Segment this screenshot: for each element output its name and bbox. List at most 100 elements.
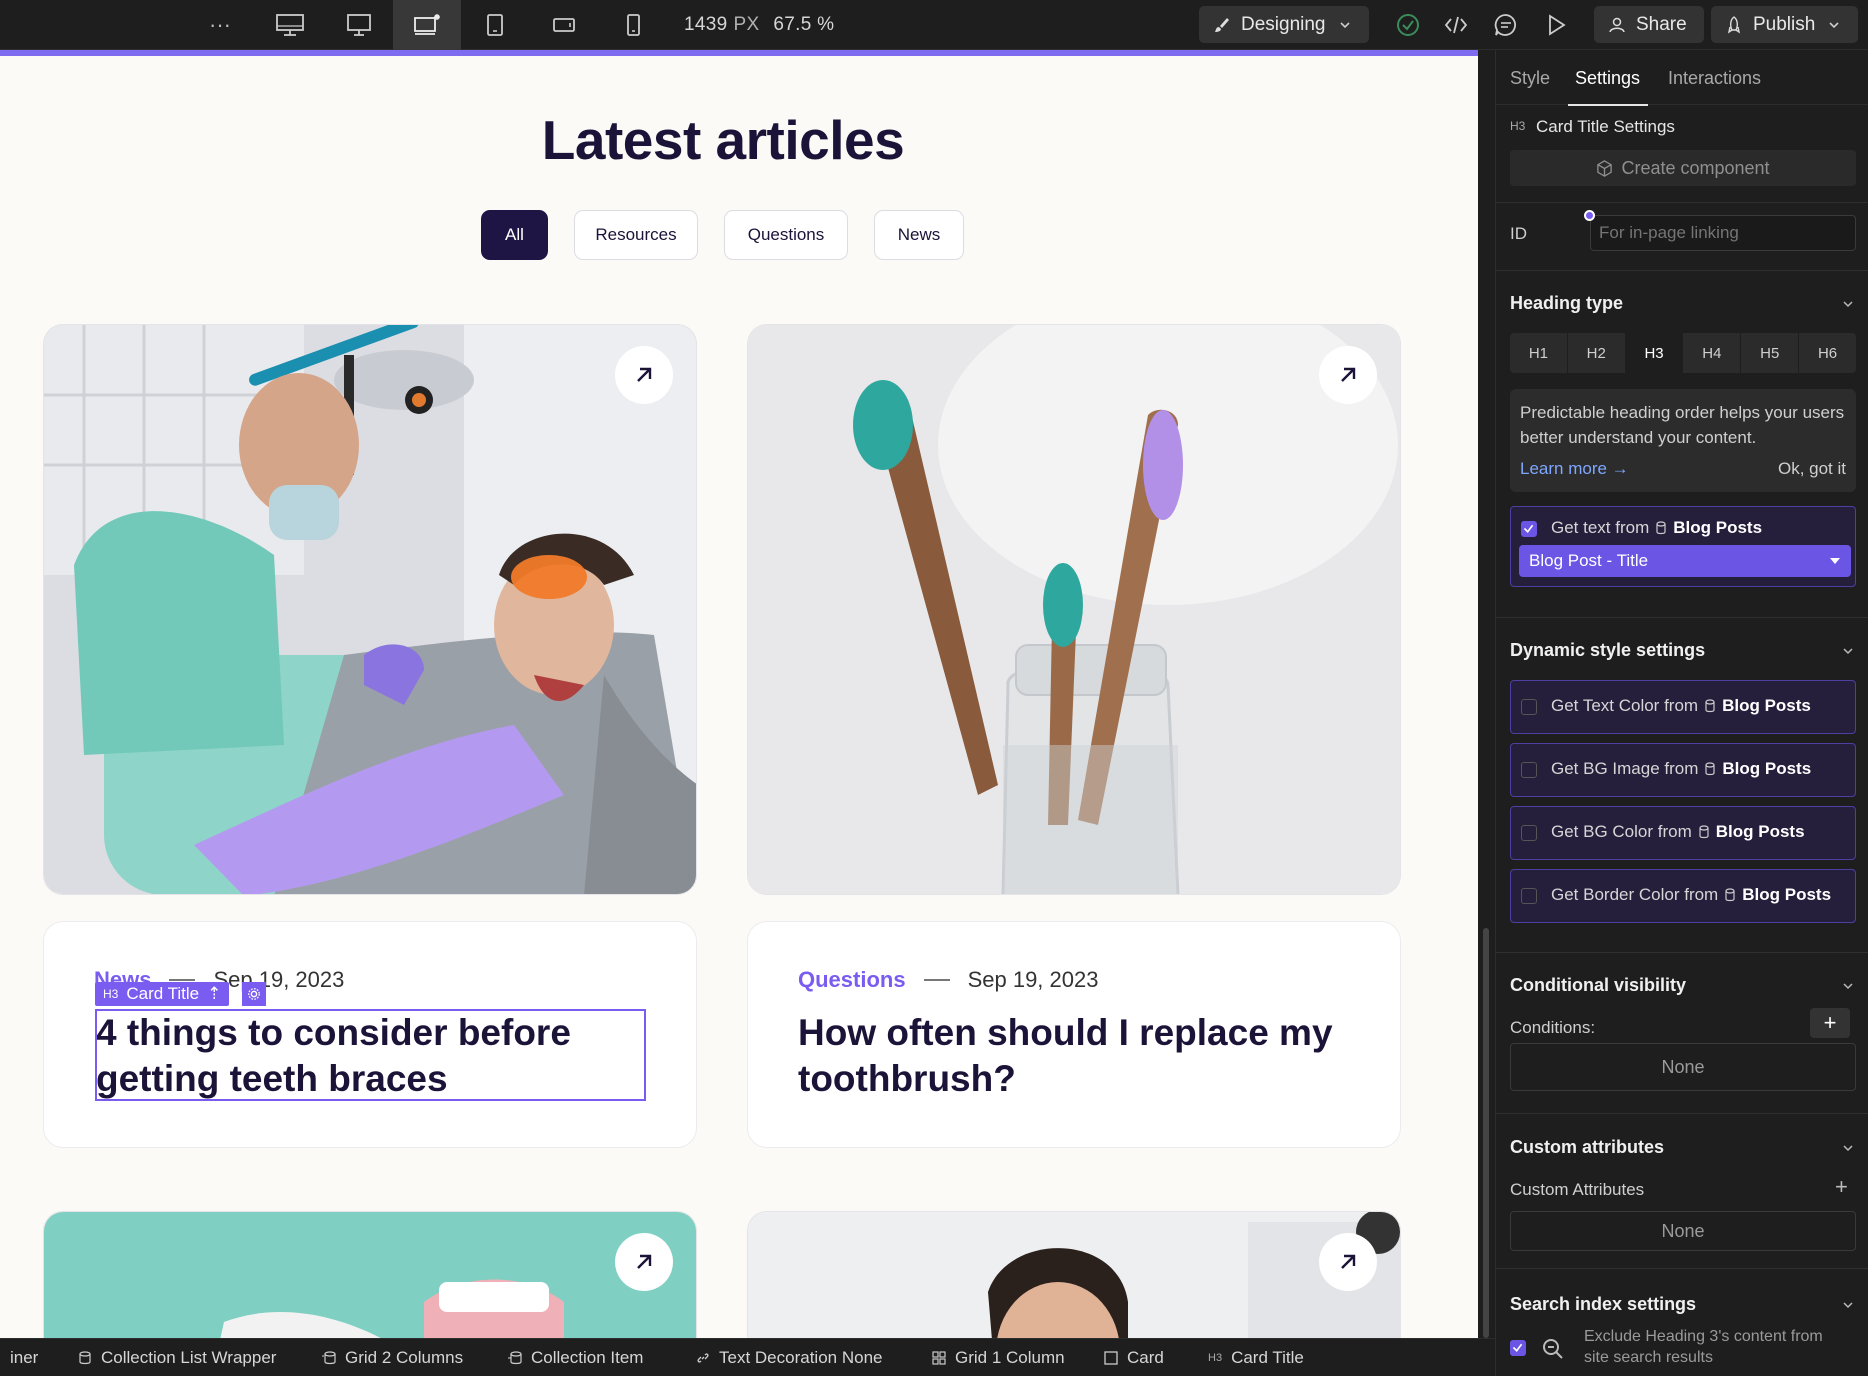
chevron-down-icon[interactable] bbox=[1841, 1141, 1855, 1155]
open-article-arrow-icon[interactable] bbox=[1319, 1233, 1377, 1291]
card-image-teeth-model[interactable] bbox=[43, 1211, 697, 1338]
id-label: ID bbox=[1510, 224, 1527, 243]
collection-name: Blog Posts bbox=[1715, 822, 1805, 841]
filter-news-button[interactable]: News bbox=[874, 210, 964, 260]
text-color-checkbox[interactable] bbox=[1521, 699, 1537, 715]
get-text-from-binding: Get text from Blog Posts Blog Post - Tit… bbox=[1510, 506, 1856, 587]
heading-h2-option[interactable]: H2 bbox=[1568, 333, 1626, 373]
custom-attributes-title[interactable]: Custom attributes bbox=[1510, 1137, 1664, 1158]
preview-play-icon[interactable] bbox=[1540, 0, 1572, 50]
id-binding-dot[interactable] bbox=[1584, 210, 1595, 221]
desktop-large-icon[interactable] bbox=[256, 0, 324, 50]
breadcrumb-item[interactable]: Text Decoration None bbox=[696, 1339, 882, 1376]
desktop-icon[interactable] bbox=[325, 0, 393, 50]
conditions-none[interactable]: None bbox=[1510, 1043, 1856, 1091]
check-status-icon[interactable] bbox=[1392, 0, 1424, 50]
selection-settings-gear-icon[interactable] bbox=[242, 982, 266, 1006]
share-label: Share bbox=[1636, 13, 1687, 35]
filter-all-button[interactable]: All bbox=[481, 210, 548, 260]
heading-h4-option[interactable]: H4 bbox=[1683, 333, 1742, 373]
share-button[interactable]: Share bbox=[1594, 6, 1704, 43]
field-select[interactable]: Blog Post - Title bbox=[1519, 545, 1851, 577]
settings-panel: Style Settings Interactions H3 Card Titl… bbox=[1495, 50, 1868, 1376]
select-parent-arrow-icon[interactable]: ⇡ bbox=[207, 984, 221, 1004]
exclude-search-text: Exclude Heading 3's content from site se… bbox=[1584, 1328, 1823, 1366]
exclude-search-checkbox[interactable] bbox=[1510, 1340, 1526, 1356]
bg-color-label: Get BG Color from Blog Posts bbox=[1551, 822, 1805, 842]
mode-dropdown[interactable]: Designing bbox=[1199, 6, 1369, 43]
open-article-arrow-icon[interactable] bbox=[615, 1233, 673, 1291]
add-attribute-plus-icon[interactable]: + bbox=[1835, 1174, 1848, 1200]
breadcrumb-item[interactable]: Card bbox=[1104, 1339, 1164, 1376]
get-text-from-text: Get text from bbox=[1551, 518, 1650, 537]
create-component-button[interactable]: Create component bbox=[1510, 150, 1856, 186]
breadcrumb-label: Collection Item bbox=[531, 1348, 644, 1367]
database-icon bbox=[1699, 825, 1709, 839]
dynamic-bg-color-row: Get BG Color from Blog Posts bbox=[1510, 806, 1856, 860]
mobile-portrait-icon[interactable] bbox=[599, 0, 667, 50]
page-title[interactable]: Latest articles bbox=[0, 108, 1446, 172]
breadcrumb-item[interactable]: Grid 2 Columns bbox=[322, 1339, 463, 1376]
design-canvas[interactable]: Latest articles All Resources Questions … bbox=[0, 50, 1478, 1338]
conditional-visibility-title[interactable]: Conditional visibility bbox=[1510, 975, 1686, 996]
attributes-none[interactable]: None bbox=[1510, 1211, 1856, 1251]
publish-button[interactable]: Publish bbox=[1711, 6, 1858, 43]
open-article-arrow-icon[interactable] bbox=[615, 346, 673, 404]
chevron-down-icon[interactable] bbox=[1841, 297, 1855, 311]
card-image-toothbrushes[interactable] bbox=[747, 324, 1401, 895]
chevron-down-icon[interactable] bbox=[1841, 1298, 1855, 1312]
dynamic-item-text: Get Border Color from bbox=[1551, 885, 1719, 904]
canvas-top-accent bbox=[0, 50, 1478, 56]
selected-element-label[interactable]: H3 Card Title ⇡ bbox=[95, 982, 230, 1006]
dynamic-style-title[interactable]: Dynamic style settings bbox=[1510, 640, 1705, 661]
breadcrumb-item[interactable]: Collection Item bbox=[508, 1339, 643, 1376]
breadcrumb-item[interactable]: iner bbox=[10, 1339, 38, 1376]
card-image-dentist[interactable] bbox=[43, 324, 697, 895]
desktop-base-icon[interactable] bbox=[393, 0, 461, 50]
add-condition-plus-icon[interactable]: + bbox=[1810, 1008, 1850, 1038]
breadcrumb-item[interactable]: Collection List Wrapper bbox=[78, 1339, 276, 1376]
search-index-title[interactable]: Search index settings bbox=[1510, 1294, 1696, 1315]
heading-h5-option[interactable]: H5 bbox=[1741, 333, 1800, 373]
get-text-checkbox[interactable] bbox=[1521, 521, 1537, 537]
tab-settings[interactable]: Settings bbox=[1575, 68, 1640, 89]
card-image-patient[interactable] bbox=[747, 1211, 1401, 1338]
tablet-icon[interactable] bbox=[461, 0, 529, 50]
heading-order-tip: Predictable heading order helps your use… bbox=[1510, 389, 1856, 492]
bg-image-checkbox[interactable] bbox=[1521, 762, 1537, 778]
mobile-landscape-icon[interactable] bbox=[530, 0, 598, 50]
canvas-scrollbar[interactable] bbox=[1483, 928, 1489, 1338]
toothbrush-illustration bbox=[748, 325, 1400, 894]
border-color-checkbox[interactable] bbox=[1521, 888, 1537, 904]
heading-type-title[interactable]: Heading type bbox=[1510, 293, 1623, 314]
card-category[interactable]: Questions bbox=[798, 967, 906, 993]
heading-level-segmented: H1 H2 H3 H4 H5 H6 bbox=[1510, 333, 1856, 373]
filter-resources-button[interactable]: Resources bbox=[574, 210, 698, 260]
learn-more-link[interactable]: Learn more → bbox=[1520, 456, 1629, 481]
breadcrumb-label: iner bbox=[10, 1348, 39, 1367]
comment-icon[interactable] bbox=[1490, 0, 1522, 50]
chevron-down-icon[interactable] bbox=[1841, 644, 1855, 658]
chevron-down-icon[interactable] bbox=[1841, 979, 1855, 993]
grid-database-icon bbox=[322, 1351, 336, 1365]
breadcrumb-item-active[interactable]: H3 Card Title bbox=[1208, 1339, 1304, 1376]
mode-label: Designing bbox=[1241, 13, 1326, 35]
article-card-body[interactable]: Questions Sep 19, 2023 How often should … bbox=[747, 921, 1401, 1148]
canvas-size-readout[interactable]: 1439 PX 67.5 % bbox=[684, 0, 834, 50]
breadcrumb-label: Collection List Wrapper bbox=[101, 1348, 277, 1367]
heading-tag-icon: H3 bbox=[1208, 1352, 1223, 1364]
heading-h3-option[interactable]: H3 bbox=[1625, 333, 1684, 373]
code-icon[interactable] bbox=[1440, 0, 1472, 50]
filter-questions-button[interactable]: Questions bbox=[724, 210, 848, 260]
card-title[interactable]: How often should I replace my toothbrush… bbox=[798, 1010, 1358, 1102]
bg-color-checkbox[interactable] bbox=[1521, 825, 1537, 841]
ok-got-it-button[interactable]: Ok, got it bbox=[1778, 456, 1846, 481]
id-input[interactable] bbox=[1590, 215, 1856, 251]
breadcrumb-item[interactable]: Grid 1 Column bbox=[932, 1339, 1065, 1376]
more-menu-button[interactable]: ··· bbox=[200, 0, 240, 50]
heading-h1-option[interactable]: H1 bbox=[1510, 333, 1568, 373]
heading-h6-option[interactable]: H6 bbox=[1799, 333, 1856, 373]
tab-style[interactable]: Style bbox=[1510, 68, 1550, 89]
tab-interactions[interactable]: Interactions bbox=[1668, 68, 1761, 89]
open-article-arrow-icon[interactable] bbox=[1319, 346, 1377, 404]
